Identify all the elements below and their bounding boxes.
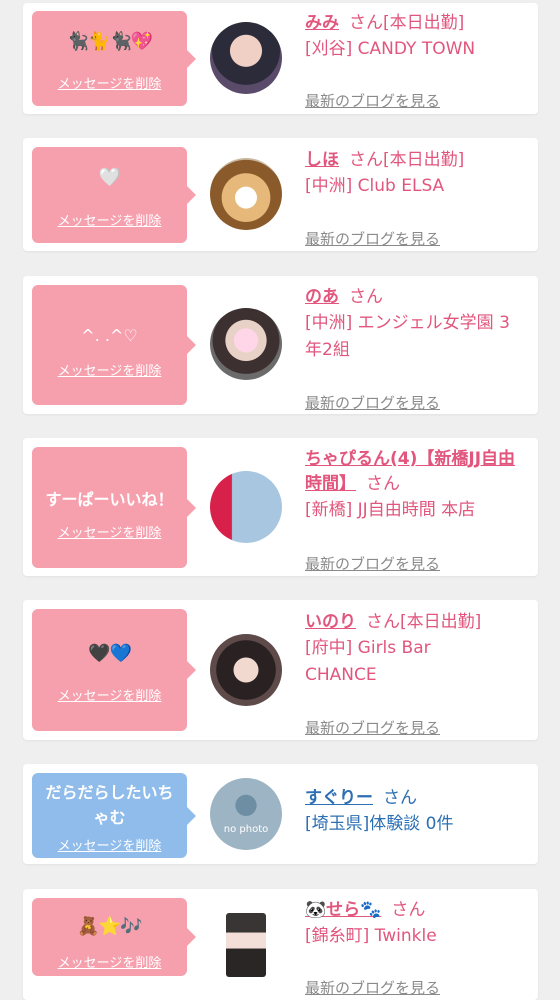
- avatar[interactable]: [210, 308, 282, 380]
- shop-name: [新橋] JJ自由時間 本店: [305, 500, 476, 520]
- latest-blog-link[interactable]: 最新のブログを見る: [305, 229, 440, 249]
- list-item: 🧸⭐🎶 メッセージを削除 🐼せら🐾 さん [錦糸町] Twinkle 最新のブログ…: [23, 889, 538, 1000]
- list-item: 🖤💙 メッセージを削除 いのり さん[本日出勤] [府中] Girls Bar C…: [23, 600, 538, 740]
- latest-blog-link[interactable]: 最新のブログを見る: [305, 718, 440, 738]
- shop-name: [埼玉県]体験談 0件: [305, 814, 454, 834]
- delete-message-link[interactable]: メッセージを削除: [32, 956, 187, 972]
- list-item: すーぱーいいね！ メッセージを削除 ちゃぴるん(4)【新橋JJ自由時間】 さん […: [23, 438, 538, 576]
- latest-blog-link[interactable]: 最新のブログを見る: [305, 554, 440, 574]
- delete-message-link[interactable]: メッセージを削除: [32, 689, 187, 705]
- message-bubble: 🧸⭐🎶 メッセージを削除: [32, 898, 196, 976]
- cast-suffix: さん[本日出勤]: [366, 612, 482, 632]
- message-text: 🤍: [98, 167, 121, 188]
- avatar[interactable]: [226, 913, 266, 977]
- message-bubble: 🖤💙 メッセージを削除: [32, 609, 196, 731]
- list-item: 🤍 メッセージを削除 しほ さん[本日出勤] [中洲] Club ELSA 最新の…: [23, 138, 538, 251]
- avatar[interactable]: no photo: [210, 778, 282, 850]
- list-item: 🐈‍⬛🐈🐈‍⬛💖 メッセージを削除 みみ さん[本日出勤] [刈谷] CANDY …: [23, 3, 538, 114]
- message-bubble: だらだらしたいちゃむ メッセージを削除: [32, 773, 196, 858]
- list-item: ^. .^♡ メッセージを削除 のあ さん [中洲] エンジェル女学園 3年2組 …: [23, 276, 538, 414]
- shop-name: [中洲] エンジェル女学園 3年2組: [305, 313, 510, 360]
- cast-suffix: さん[本日出勤]: [349, 150, 465, 170]
- avatar[interactable]: [210, 22, 282, 94]
- shop-name: [錦糸町] Twinkle: [305, 926, 437, 946]
- message-text: 🧸⭐🎶: [77, 916, 142, 937]
- cast-name-link[interactable]: みみ: [305, 13, 339, 33]
- no-photo-label: no photo: [223, 824, 269, 835]
- delete-message-link[interactable]: メッセージを削除: [32, 839, 187, 855]
- latest-blog-link[interactable]: 最新のブログを見る: [305, 978, 440, 998]
- message-text: ^. .^♡: [81, 326, 138, 345]
- message-bubble: 🐈‍⬛🐈🐈‍⬛💖 メッセージを削除: [32, 11, 196, 106]
- message-text: だらだらしたいちゃむ: [45, 783, 174, 827]
- latest-blog-link[interactable]: 最新のブログを見る: [305, 393, 440, 413]
- latest-blog-link[interactable]: 最新のブログを見る: [305, 91, 440, 111]
- list-item: だらだらしたいちゃむ メッセージを削除 no photo すぐりー さん [埼玉県…: [23, 764, 538, 864]
- shop-name: [中洲] Club ELSA: [305, 176, 445, 196]
- message-text: すーぱーいいね！: [45, 490, 174, 509]
- message-bubble: 🤍 メッセージを削除: [32, 147, 196, 243]
- cast-suffix: さん: [366, 474, 400, 494]
- delete-message-link[interactable]: メッセージを削除: [32, 214, 187, 230]
- message-text: 🐈‍⬛🐈🐈‍⬛💖: [66, 31, 154, 52]
- cast-name-link[interactable]: 🐼せら🐾: [305, 900, 381, 920]
- avatar[interactable]: [210, 158, 282, 230]
- message-bubble: ^. .^♡ メッセージを削除: [32, 285, 196, 405]
- shop-name: [刈谷] CANDY TOWN: [305, 39, 476, 59]
- cast-name-link[interactable]: いのり: [305, 612, 356, 632]
- cast-name-link[interactable]: ちゃぴるん(4)【新橋JJ自由時間】: [305, 449, 515, 494]
- cast-suffix: さん: [391, 900, 426, 920]
- cast-suffix: さん[本日出勤]: [349, 13, 465, 33]
- delete-message-link[interactable]: メッセージを削除: [32, 364, 187, 380]
- delete-message-link[interactable]: メッセージを削除: [32, 526, 187, 542]
- delete-message-link[interactable]: メッセージを削除: [32, 77, 187, 93]
- cast-suffix: さん: [383, 788, 417, 808]
- message-text: 🖤💙: [88, 643, 132, 664]
- shop-name: [府中] Girls Bar CHANCE: [305, 638, 431, 685]
- avatar[interactable]: [210, 634, 282, 706]
- cast-suffix: さん: [349, 287, 383, 307]
- cast-name-link[interactable]: しほ: [305, 150, 339, 170]
- favorite-list: 🐈‍⬛🐈🐈‍⬛💖 メッセージを削除 みみ さん[本日出勤] [刈谷] CANDY …: [0, 0, 560, 1000]
- message-bubble: すーぱーいいね！ メッセージを削除: [32, 447, 196, 568]
- avatar[interactable]: [210, 471, 282, 543]
- cast-name-link[interactable]: すぐりー: [305, 788, 373, 808]
- cast-name-link[interactable]: のあ: [305, 287, 339, 307]
